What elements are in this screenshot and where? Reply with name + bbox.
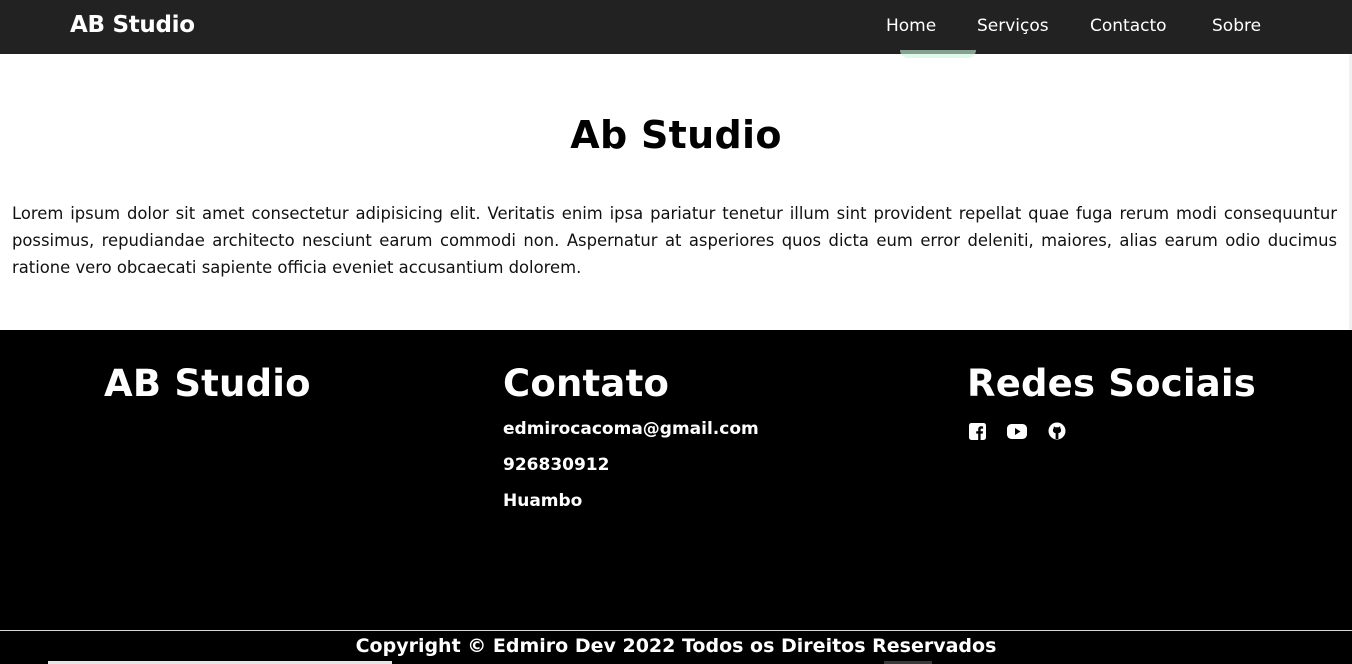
facebook-icon[interactable] <box>967 421 987 441</box>
nav-active-glow <box>900 50 976 58</box>
contact-phone: 926830912 <box>503 455 610 475</box>
nav-link-contacto[interactable]: Contacto <box>1090 16 1167 36</box>
nav-link-sobre[interactable]: Sobre <box>1212 16 1261 36</box>
youtube-icon[interactable] <box>1007 421 1027 441</box>
intro-paragraph: Lorem ipsum dolor sit amet consectetur a… <box>12 204 1337 277</box>
footer-social-heading: Redes Sociais <box>967 362 1257 405</box>
footer-contact-heading: Contato <box>503 362 670 405</box>
nav-link-home[interactable]: Home <box>886 16 936 36</box>
nav-link-servicos[interactable]: Serviços <box>977 16 1049 36</box>
contact-city: Huambo <box>503 491 583 511</box>
footer-brand: AB Studio <box>104 362 311 405</box>
top-navbar: AB Studio Home Serviços Contacto Sobre <box>0 0 1352 54</box>
copyright-text: Copyright © Edmiro Dev 2022 Todos os Dir… <box>355 635 997 657</box>
site-footer: AB Studio Contato edmirocacoma@gmail.com… <box>0 330 1352 664</box>
footer-divider <box>0 630 1352 631</box>
github-icon[interactable] <box>1047 421 1067 441</box>
page-title: Ab Studio <box>570 113 782 157</box>
footer-contact-column: Contato edmirocacoma@gmail.com 926830912… <box>503 362 759 517</box>
contact-email[interactable]: edmirocacoma@gmail.com <box>503 419 759 445</box>
nav-links: Home Serviços Contacto Sobre <box>0 16 1352 40</box>
social-icons <box>967 421 1256 441</box>
footer-social-column: Redes Sociais <box>967 362 1256 441</box>
footer-brand-column: AB Studio <box>104 362 311 405</box>
